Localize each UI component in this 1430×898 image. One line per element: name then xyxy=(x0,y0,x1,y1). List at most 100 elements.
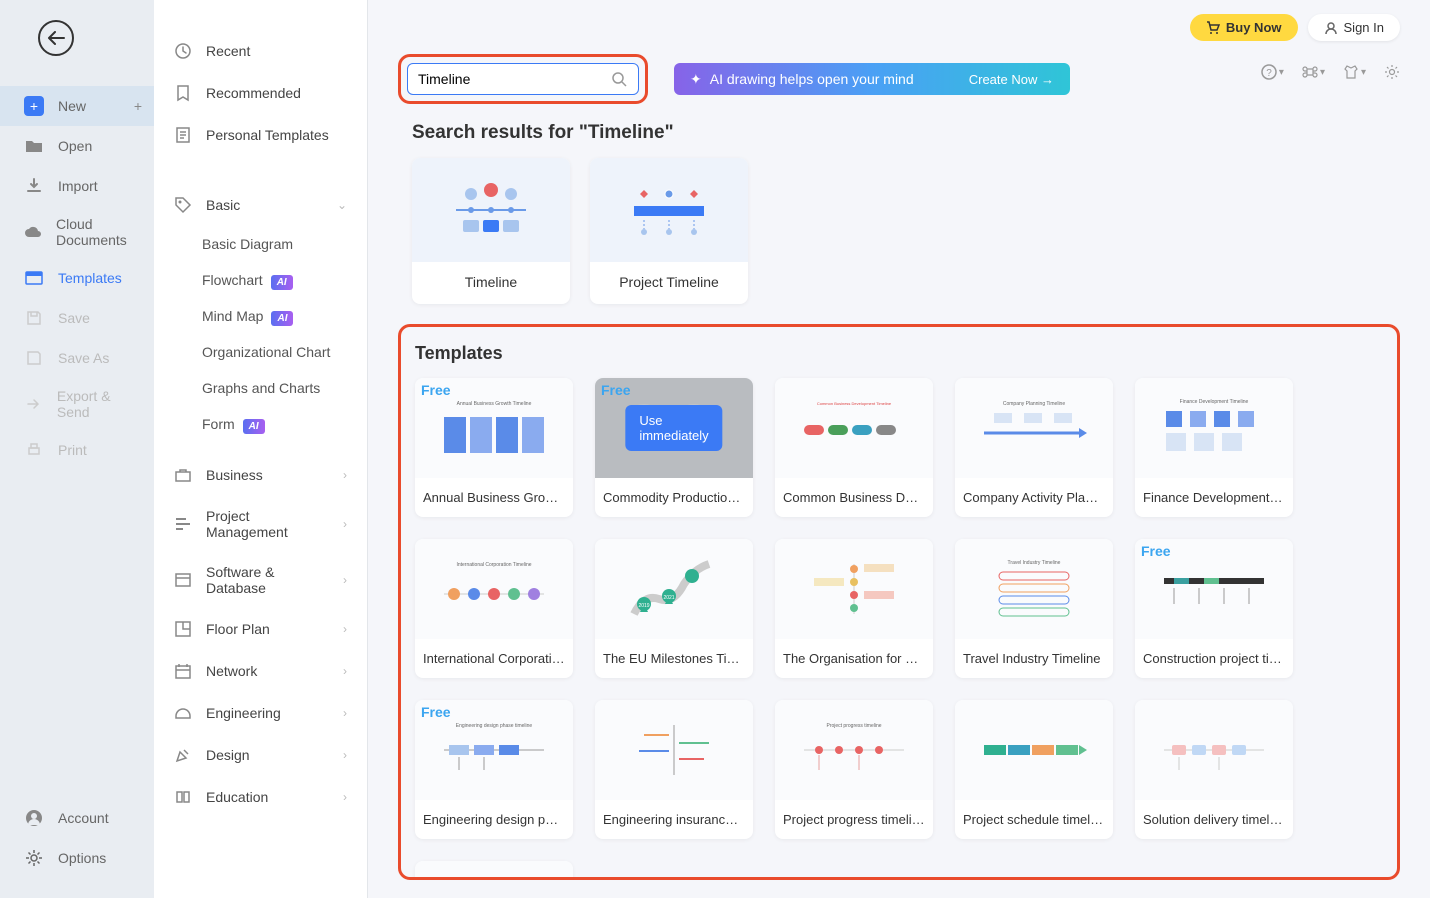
toolbar-icons: ?▾ ▾ ▾ xyxy=(1261,64,1400,80)
category-business[interactable]: Business› xyxy=(154,454,367,496)
nav-label: Cloud Documents xyxy=(56,216,142,248)
svg-text:Engineering design phase timel: Engineering design phase timeline xyxy=(456,723,533,729)
nav2-personal-templates[interactable]: Personal Templates xyxy=(154,114,367,156)
nav-label: Save xyxy=(58,310,90,326)
sub-mind-map[interactable]: Mind MapAI xyxy=(154,298,367,334)
sub-graphs-charts[interactable]: Graphs and Charts xyxy=(154,370,367,406)
sub-org-chart[interactable]: Organizational Chart xyxy=(154,334,367,370)
sub-form[interactable]: FormAI xyxy=(154,406,367,442)
template-label: Solution delivery timeline xyxy=(1135,800,1293,839)
template-card[interactable]: FreeUse immediatelyCommodity Production … xyxy=(595,378,753,517)
gear-icon xyxy=(24,848,44,868)
category-basic[interactable]: Basic ⌄ xyxy=(154,184,367,226)
sub-flowchart[interactable]: FlowchartAI xyxy=(154,262,367,298)
nav-label: Save As xyxy=(58,350,109,366)
template-thumbnail: Company Planning Timeline xyxy=(955,378,1113,478)
card-label: Timeline xyxy=(412,274,570,290)
nav-import[interactable]: Import xyxy=(0,166,154,206)
gantt-icon xyxy=(174,515,192,533)
label: Sign In xyxy=(1344,20,1384,35)
result-cards-row: Timeline Project Timeline xyxy=(412,158,1400,304)
sub-basic-diagram[interactable]: Basic Diagram xyxy=(154,226,367,262)
ai-drawing-banner[interactable]: ✦ AI drawing helps open your mind Create… xyxy=(674,63,1070,95)
user-icon xyxy=(1324,21,1338,35)
template-label: International Corporation … xyxy=(415,639,573,678)
template-card[interactable]: The Organisation for Euro… xyxy=(775,539,933,678)
template-card[interactable]: International Corporation Timeline Intern… xyxy=(415,539,573,678)
sign-in-button[interactable]: Sign In xyxy=(1308,14,1400,41)
template-label: Finance Development Tim… xyxy=(1135,478,1293,517)
template-thumbnail: Project progress timeline xyxy=(775,700,933,800)
nav-cloud-documents[interactable]: Cloud Documents xyxy=(0,206,154,258)
template-card[interactable]: Engineering design phase timelineFreeEng… xyxy=(415,700,573,839)
nav2-recent[interactable]: Recent xyxy=(154,30,367,72)
category-floor-plan[interactable]: Floor Plan› xyxy=(154,608,367,650)
card-thumbnail xyxy=(412,158,570,262)
label: Education xyxy=(206,789,268,805)
category-design[interactable]: Design› xyxy=(154,734,367,776)
result-card-timeline[interactable]: Timeline xyxy=(412,158,570,304)
template-label: Engineering design phase… xyxy=(415,800,573,839)
template-card[interactable]: 20192021The EU Milestones Timeline xyxy=(595,539,753,678)
template-card[interactable]: Project progress timelineProject progres… xyxy=(775,700,933,839)
template-card[interactable]: FreeConstruction project timeline xyxy=(1135,539,1293,678)
ai-badge: AI xyxy=(243,419,265,434)
template-card[interactable]: Finance Development TimelineFinance Deve… xyxy=(1135,378,1293,517)
nav-label: Import xyxy=(58,178,98,194)
template-thumbnail: Finance Development Timeline xyxy=(1135,378,1293,478)
folder-icon xyxy=(24,136,44,156)
arrow-left-icon xyxy=(47,31,65,45)
free-badge: Free xyxy=(421,382,451,398)
search-input[interactable] xyxy=(418,71,610,87)
category-network[interactable]: Network› xyxy=(154,650,367,692)
nav-export-send: Export & Send xyxy=(0,378,154,430)
template-card[interactable]: Travel Industry TimelineTravel Industry … xyxy=(955,539,1113,678)
buy-now-button[interactable]: Buy Now xyxy=(1190,14,1298,41)
nav-label: Account xyxy=(58,810,109,826)
card-thumbnail xyxy=(590,158,748,262)
nav-save: Save xyxy=(0,298,154,338)
label: Recommended xyxy=(206,85,301,101)
plus-icon[interactable]: + xyxy=(134,98,142,114)
nav-options[interactable]: Options xyxy=(0,838,154,878)
ai-badge: AI xyxy=(271,275,293,290)
chevron-right-icon: › xyxy=(343,664,347,678)
template-card[interactable] xyxy=(415,861,573,880)
template-card[interactable]: Project schedule timeline xyxy=(955,700,1113,839)
shirt-icon[interactable]: ▾ xyxy=(1343,64,1366,80)
nav-new[interactable]: + New + xyxy=(0,86,154,126)
use-immediately-button[interactable]: Use immediately xyxy=(625,405,722,451)
help-icon[interactable]: ?▾ xyxy=(1261,64,1284,80)
template-card[interactable]: Annual Business Growth TimelineFreeAnnua… xyxy=(415,378,573,517)
import-icon xyxy=(24,176,44,196)
label: Personal Templates xyxy=(206,127,329,143)
template-card[interactable]: Company Planning TimelineCompany Activit… xyxy=(955,378,1113,517)
hardhat-icon xyxy=(174,704,192,722)
command-icon[interactable]: ▾ xyxy=(1302,64,1325,80)
svg-text:International Corporation Time: International Corporation Timeline xyxy=(456,562,531,568)
nav-open[interactable]: Open xyxy=(0,126,154,166)
nav-templates[interactable]: Templates xyxy=(0,258,154,298)
nav-account[interactable]: Account xyxy=(0,798,154,838)
category-software-database[interactable]: Software & Database› xyxy=(154,552,367,608)
label: Basic xyxy=(206,197,240,213)
search-box[interactable] xyxy=(407,63,639,95)
calendar-icon xyxy=(174,662,192,680)
primary-sidebar: + New + Open Import Cloud Documents Temp… xyxy=(0,0,154,898)
category-project-management[interactable]: Project Management› xyxy=(154,496,367,552)
template-card[interactable]: Engineering insurance eff… xyxy=(595,700,753,839)
template-card[interactable]: Common Business Development TimelineComm… xyxy=(775,378,933,517)
back-button[interactable] xyxy=(38,20,74,56)
create-now-link[interactable]: Create Now → xyxy=(969,72,1054,87)
nav2-recommended[interactable]: Recommended xyxy=(154,72,367,114)
floorplan-icon xyxy=(174,620,192,638)
nav-save-as: Save As xyxy=(0,338,154,378)
result-card-project-timeline[interactable]: Project Timeline xyxy=(590,158,748,304)
category-education[interactable]: Education› xyxy=(154,776,367,818)
template-card[interactable]: Solution delivery timeline xyxy=(1135,700,1293,839)
window-icon xyxy=(174,571,192,589)
search-icon[interactable] xyxy=(610,70,628,88)
save-as-icon xyxy=(24,348,44,368)
settings-icon[interactable] xyxy=(1384,64,1400,80)
category-engineering[interactable]: Engineering› xyxy=(154,692,367,734)
